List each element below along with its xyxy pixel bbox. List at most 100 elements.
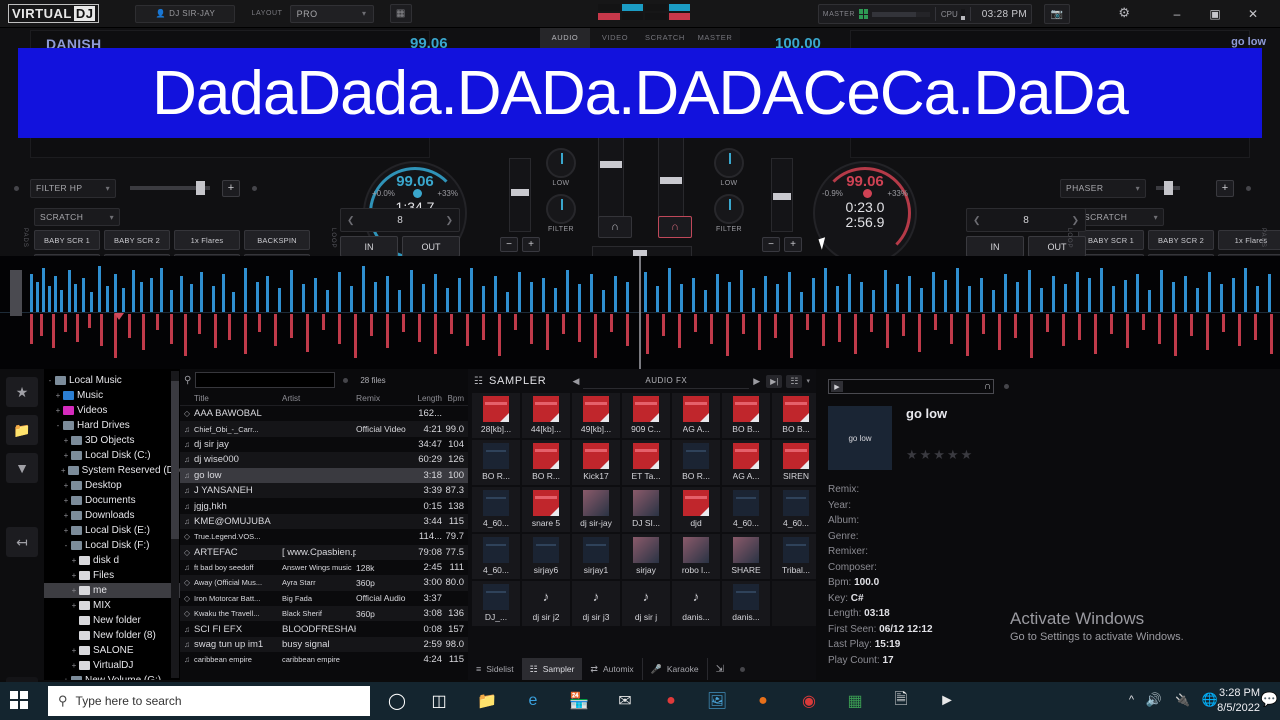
deck-a-fx-indicator[interactable] — [14, 185, 19, 191]
search-input[interactable] — [195, 372, 336, 388]
sampler-grid-view-icon[interactable]: ☷ — [786, 374, 803, 388]
sampler-cell[interactable]: 4_60... — [772, 487, 820, 532]
tab-video[interactable]: VIDEO — [590, 28, 640, 48]
sampler-cell[interactable]: AG A... — [722, 440, 770, 485]
deck-b-fx-select[interactable]: PHASER ▾ — [1060, 178, 1146, 198]
sampler-cell[interactable]: dj sir-jay — [572, 487, 620, 532]
deck-b-pitch-up-button[interactable]: + — [784, 237, 802, 252]
table-row[interactable]: ♫ KME@OMUJUBA 3:44 115 — [180, 513, 468, 530]
tree-item[interactable]: New folder (8) — [44, 628, 180, 643]
sampler-cell[interactable]: BO R... — [672, 440, 720, 485]
sampler-cell[interactable]: 44[kb]... — [522, 393, 570, 438]
headphone-icon[interactable]: ∩ — [984, 381, 991, 392]
header-artist[interactable]: Artist — [282, 394, 356, 403]
deck-a-fx-indicator-2[interactable] — [252, 185, 257, 191]
deck-a-pitch-fader-knob[interactable] — [511, 189, 529, 196]
table-row[interactable]: ◇ Away (Official Mus... Ayra Starr 360p 3:00… — [180, 575, 468, 591]
sampler-cell[interactable]: sirjay1 — [572, 534, 620, 579]
deck-b-pitch-fader[interactable] — [771, 158, 793, 232]
sampler-cell[interactable]: BO B... — [722, 393, 770, 438]
deck-b-filter-knob[interactable] — [714, 194, 744, 224]
deck-a-pad-mode-select[interactable]: SCRATCH ▾ — [34, 208, 120, 226]
deck-b-loop-in-button[interactable]: IN — [966, 236, 1024, 257]
cortana-icon[interactable]: ◯ — [376, 686, 418, 716]
tree-item[interactable]: + Videos — [44, 403, 180, 418]
deck-a-loop-size-select[interactable]: ❮ 8 ❯ — [340, 208, 460, 232]
action-center-icon[interactable]: 💬 — [1261, 691, 1278, 708]
channel-b-volume-knob[interactable] — [660, 177, 682, 184]
chevron-right-icon[interactable]: ❯ — [1071, 215, 1079, 226]
table-row[interactable]: ♫ Chief_Obi_-_Carr... Official Video 4:21 99… — [180, 421, 468, 437]
deck-a-fx-add-button[interactable]: + — [222, 179, 240, 197]
table-row[interactable]: ♫ J YANSANEH 3:39 87.3 — [180, 482, 468, 499]
deck-a-pitch-up-button[interactable]: + — [522, 237, 540, 252]
sampler-cell[interactable]: sirjay6 — [522, 534, 570, 579]
ubuntu-icon[interactable]: ● — [742, 686, 784, 716]
deck-b-fx-indicator[interactable] — [1246, 185, 1251, 191]
deck-b-pitch-fader-knob[interactable] — [773, 193, 791, 200]
file-explorer-icon[interactable]: 📁 — [466, 686, 508, 716]
header-remix[interactable]: Remix — [356, 393, 414, 403]
sampler-cell[interactable]: robo l... — [672, 534, 720, 579]
tree-toggle-icon[interactable]: + — [54, 391, 62, 400]
minimize-button[interactable]: – — [1158, 7, 1196, 21]
sampler-cell[interactable]: 49[kb]... — [572, 393, 620, 438]
sampler-cell[interactable]: SHARE — [722, 534, 770, 579]
tree-item[interactable]: - Local Disk (F:) — [44, 538, 180, 553]
tree-toggle-icon[interactable]: + — [70, 601, 78, 610]
sampler-cell[interactable]: 4_60... — [472, 487, 520, 532]
waveform-playhead[interactable] — [639, 256, 641, 369]
tree-item[interactable]: - Local Music — [44, 373, 180, 388]
tree-item[interactable]: + Documents — [44, 493, 180, 508]
table-row[interactable]: ♫ jgjg,hkh 0:15 138 — [180, 498, 468, 513]
settings-button[interactable]: ⚙ — [1118, 5, 1130, 21]
table-row[interactable]: ◇ Kwaku the Travell... Black Sherif 360p 3:0… — [180, 606, 468, 622]
tree-toggle-icon[interactable]: + — [62, 496, 70, 505]
deck-a-pitch-fader[interactable] — [509, 158, 531, 232]
maximize-button[interactable]: ▣ — [1196, 7, 1234, 21]
table-row[interactable]: ♫ SCI FI EFX BLOODFRESHAH 0:08 157 — [180, 621, 468, 636]
tree-item[interactable]: + System Reserved (D:) — [44, 463, 180, 478]
start-button[interactable] — [10, 691, 28, 709]
deck-b-loop-out-button[interactable]: OUT — [1028, 236, 1086, 257]
chrome-icon[interactable]: ◉ — [788, 686, 830, 716]
play-store-icon[interactable]: ► — [926, 686, 968, 716]
table-row[interactable]: ♫ dj sir jay 34:47 104 — [180, 437, 468, 452]
user-account-button[interactable]: 👤 DJ SIR-JAY — [135, 4, 236, 23]
chevron-left-icon[interactable]: ❮ — [347, 215, 355, 226]
pad-baby-scr-1[interactable]: BABY SCR 1 — [34, 230, 100, 250]
add-folder-button[interactable]: 📁 — [6, 415, 38, 445]
sampler-cell[interactable]: 4_60... — [472, 534, 520, 579]
tree-item[interactable]: New folder — [44, 613, 180, 628]
sampler-cell[interactable]: BO R... — [522, 440, 570, 485]
pad-backspin[interactable]: BACKSPIN — [244, 230, 310, 250]
pad-baby-scr-2[interactable]: BABY SCR 2 — [1148, 230, 1214, 250]
deck-a-fx-slider-knob[interactable] — [196, 181, 205, 195]
preview-options-dot[interactable] — [1004, 384, 1009, 389]
tree-toggle-icon[interactable]: + — [70, 586, 78, 595]
tab-master[interactable]: MASTER — [690, 28, 740, 48]
tree-toggle-icon[interactable]: + — [62, 526, 70, 535]
record-broadcast-button[interactable]: 📷 — [1044, 4, 1070, 24]
tree-toggle-icon[interactable]: + — [62, 676, 70, 680]
deck-a-filter-knob[interactable] — [546, 194, 576, 224]
folder-tree[interactable]: - Local Music + Music + Videos - Hard Drives +3D… — [44, 369, 180, 680]
tree-item[interactable]: + Files — [44, 568, 180, 583]
table-row[interactable]: ♫ dj wise000 60:29 126 — [180, 452, 468, 468]
tab-automix[interactable]: ⇄ Automix — [582, 658, 641, 680]
master-volume-slider[interactable] — [871, 11, 930, 17]
deck-a-fx-slider[interactable] — [130, 181, 210, 195]
deck-b-pad-mode-select[interactable]: SCRATCH ▾ — [1078, 208, 1164, 226]
deck-b-fx-slider[interactable] — [1156, 181, 1180, 195]
sampler-cell[interactable]: BO B... — [772, 393, 820, 438]
sampler-cell[interactable]: djd — [672, 487, 720, 532]
sampler-cell[interactable]: AG A... — [672, 393, 720, 438]
tree-item[interactable]: + Local Disk (C:) — [44, 448, 180, 463]
sampler-play-icon[interactable]: ▶| — [766, 374, 783, 388]
sampler-cell[interactable]: ♪ danis... — [672, 581, 720, 626]
grid-icon[interactable]: ☷ — [474, 376, 483, 387]
mail-icon[interactable]: ✉ — [604, 686, 646, 716]
next-page-icon[interactable]: ▶ — [753, 376, 760, 387]
channel-a-volume-knob[interactable] — [600, 161, 622, 168]
network-disconnected-icon[interactable]: 🔌 — [1175, 693, 1190, 707]
